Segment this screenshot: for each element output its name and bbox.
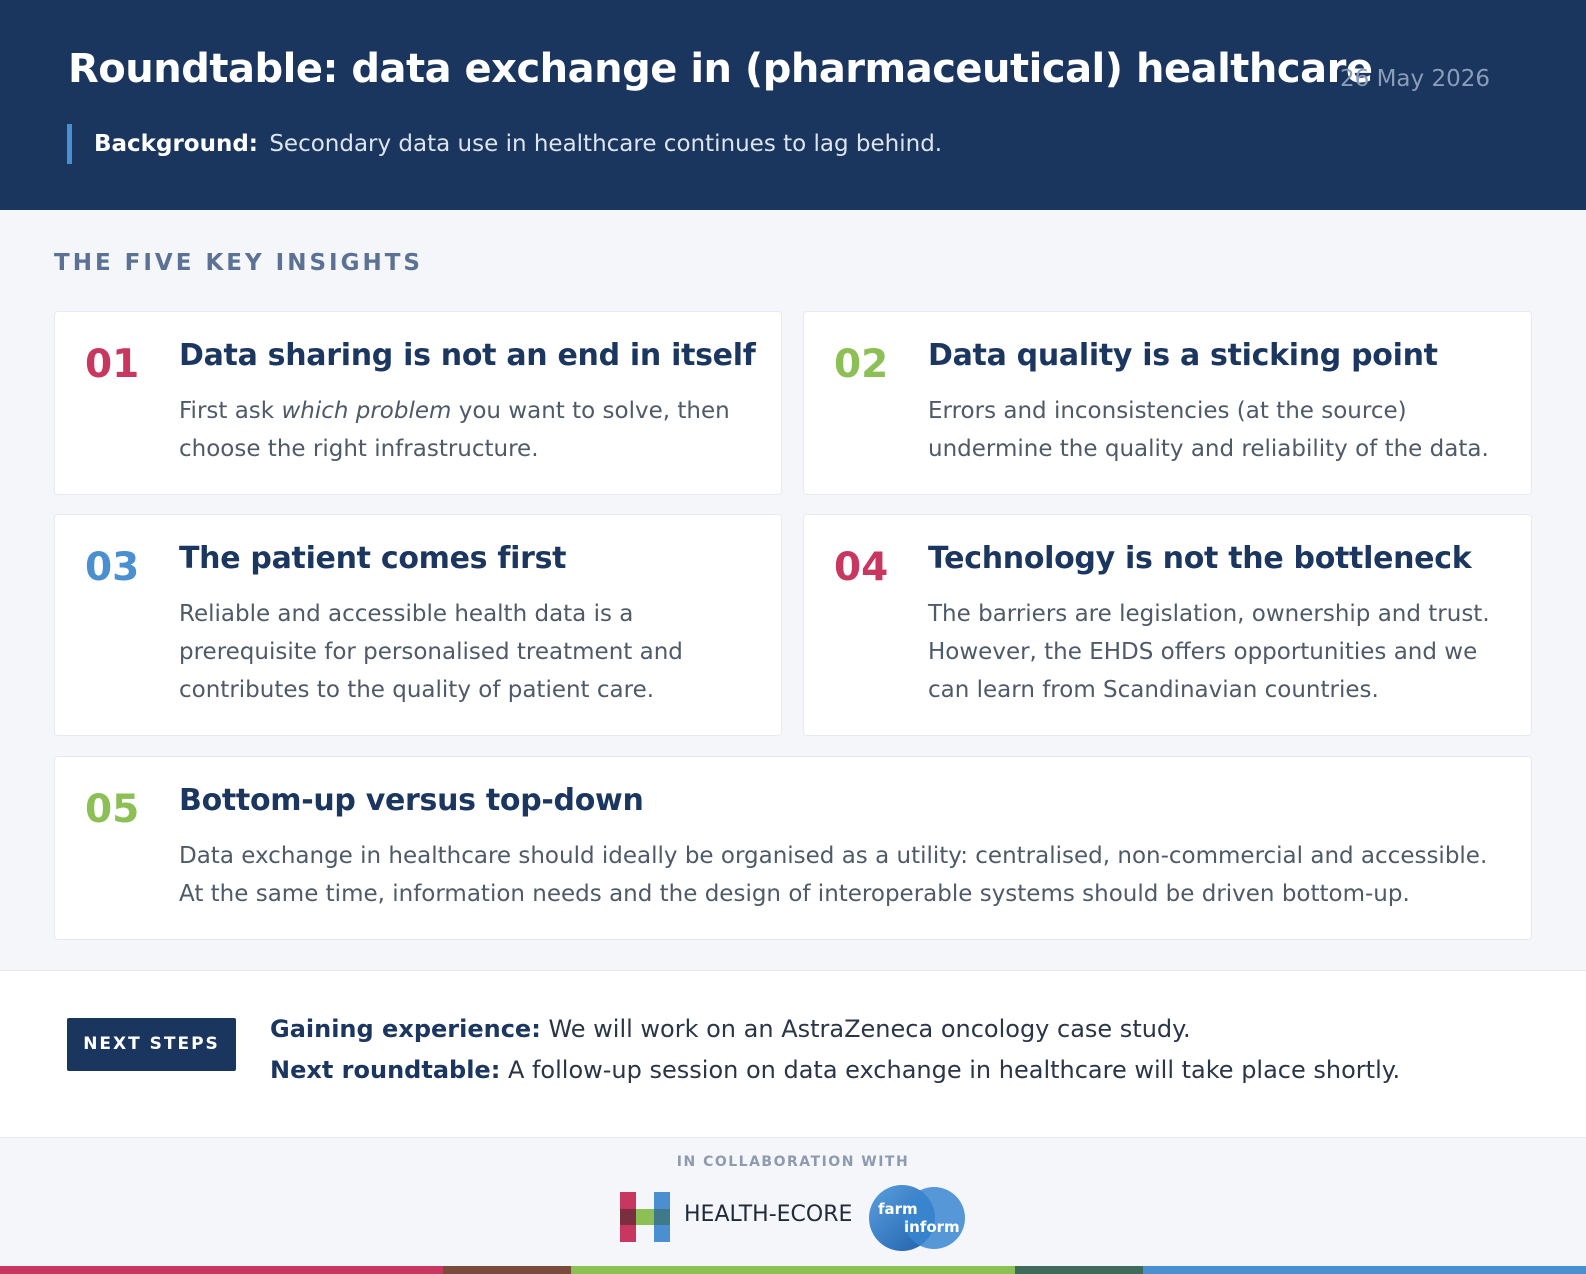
- insight-body-line: Errors and inconsistencies (at the sourc…: [928, 398, 1407, 424]
- next-step-label: Next roundtable:: [270, 1056, 501, 1084]
- next-step-text: A follow-up session on data exchange in …: [507, 1056, 1401, 1084]
- color-stripe-segment: [443, 1266, 571, 1274]
- insight-body-line: Data exchange in healthcare should ideal…: [179, 843, 1488, 869]
- color-stripe: [0, 1266, 1586, 1274]
- insight-body: Errors and inconsistencies (at the sourc…: [928, 392, 1489, 468]
- insight-body-emphasis: which problem: [281, 398, 452, 424]
- insight-body: First ask which problem you want to solv…: [179, 392, 730, 468]
- insight-body-line: At the same time, information needs and …: [179, 881, 1410, 907]
- color-stripe-segment: [0, 1266, 443, 1274]
- next-step-text: We will work on an AstraZeneca oncology …: [548, 1015, 1191, 1043]
- insight-body: The barriers are legislation, ownership …: [928, 595, 1490, 709]
- insight-body-line: Reliable and accessible health data is a: [179, 601, 634, 627]
- insight-body: Reliable and accessible health data is a…: [179, 595, 683, 709]
- background-label: Background:: [94, 131, 258, 157]
- insight-body-line: choose the right infrastructure.: [179, 436, 539, 462]
- farminform-logo-icon: farm inform: [869, 1185, 965, 1251]
- insight-card-02: 02 Data quality is a sticking point Erro…: [803, 311, 1532, 495]
- collaboration-label: IN COLLABORATION WITH: [676, 1154, 910, 1170]
- insight-number: 03: [85, 545, 140, 590]
- health-ecore-logo-text: HEALTH-ECORE: [684, 1202, 853, 1227]
- next-step-label: Gaining experience:: [270, 1015, 541, 1043]
- insight-title: Data sharing is not an end in itself: [179, 338, 756, 373]
- insight-body: Data exchange in healthcare should ideal…: [179, 837, 1487, 913]
- insight-body-line: However, the EHDS offers opportunities a…: [928, 639, 1478, 665]
- insight-card-01: 01 Data sharing is not an end in itself …: [54, 311, 782, 495]
- health-ecore-h-logo-icon: [620, 1192, 670, 1242]
- insight-number: 02: [834, 342, 889, 387]
- insight-card-04: 04 Technology is not the bottleneck The …: [803, 514, 1532, 736]
- insight-card-03: 03 The patient comes first Reliable and …: [54, 514, 782, 736]
- insight-body-line: can learn from Scandinavian countries.: [928, 677, 1379, 703]
- page-title: Roundtable: data exchange in (pharmaceut…: [68, 46, 1373, 92]
- background-text: Secondary data use in healthcare continu…: [269, 131, 943, 157]
- date-label: 26 May 2026: [1340, 66, 1490, 92]
- insight-title: The patient comes first: [179, 541, 567, 576]
- color-stripe-segment: [571, 1266, 1015, 1274]
- insight-number: 01: [85, 342, 140, 387]
- insight-title: Technology is not the bottleneck: [928, 541, 1472, 576]
- farminform-logo-top: farm: [878, 1200, 918, 1218]
- background-note: Background: Secondary data use in health…: [67, 124, 942, 164]
- insight-title: Bottom-up versus top-down: [179, 783, 644, 818]
- insight-card-05: 05 Bottom-up versus top-down Data exchan…: [54, 756, 1532, 940]
- insight-body-rest: you want to solve, then: [458, 398, 730, 424]
- insight-title: Data quality is a sticking point: [928, 338, 1438, 373]
- farminform-logo-bottom: inform: [904, 1218, 960, 1236]
- next-steps-panel: NEXT STEPS Gaining experience: We will w…: [0, 970, 1586, 1138]
- insight-body-line: The barriers are legislation, ownership …: [928, 601, 1490, 627]
- insight-number: 04: [834, 545, 889, 590]
- color-stripe-segment: [1143, 1266, 1586, 1274]
- color-stripe-segment: [1015, 1266, 1143, 1274]
- insight-body-line: prerequisite for personalised treatment …: [179, 639, 683, 665]
- next-step-item: Next roundtable: A follow-up session on …: [270, 1056, 1400, 1084]
- insight-body-line: First ask which problem you want to solv…: [179, 392, 730, 430]
- insight-number: 05: [85, 787, 140, 832]
- insight-body-line: contributes to the quality of patient ca…: [179, 677, 655, 703]
- next-step-item: Gaining experience: We will work on an A…: [270, 1015, 1191, 1043]
- next-steps-badge: NEXT STEPS: [67, 1018, 236, 1071]
- insights-section-label: THE FIVE KEY INSIGHTS: [54, 250, 423, 276]
- header-banner: Roundtable: data exchange in (pharmaceut…: [0, 0, 1586, 210]
- insight-body-prefix: First ask: [179, 398, 275, 424]
- insight-body-line: undermine the quality and reliability of…: [928, 436, 1489, 462]
